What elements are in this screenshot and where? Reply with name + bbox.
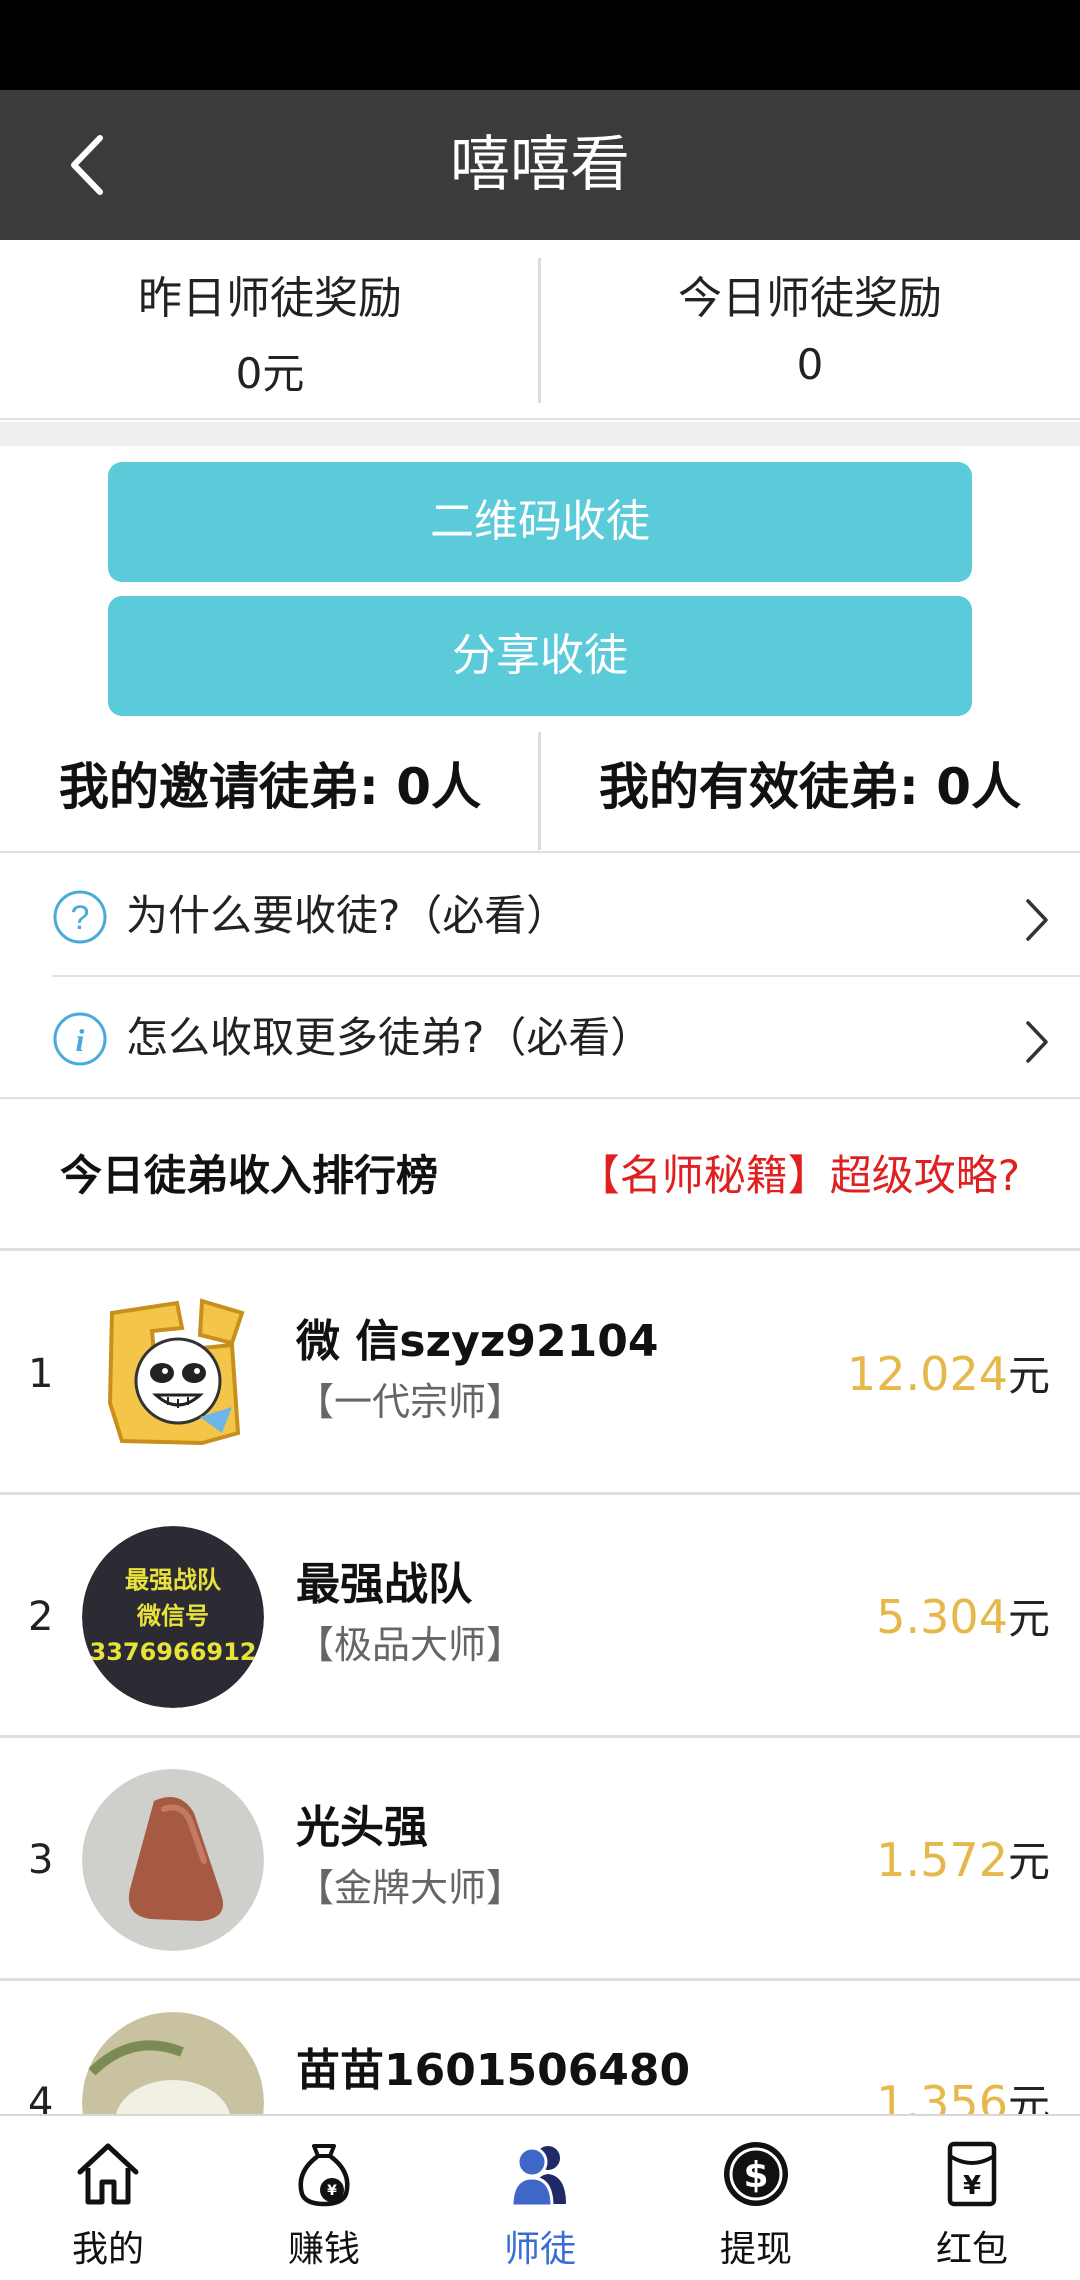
yesterday-reward: 昨日师徒奖励 0元 [0,240,540,420]
people-icon [510,2146,566,2208]
user-name: 最强战队 [296,1559,472,1610]
back-button[interactable] [60,130,120,200]
ranking-row[interactable]: 1 微 信szyz92104 【一代宗师】 12.024元 [0,1253,1080,1495]
nav-bar: 嘻嘻看 [0,90,1080,240]
faq-why-recruit-text: 为什么要收徒?（必看） [126,891,569,940]
yesterday-reward-label: 昨日师徒奖励 [138,273,402,324]
svg-text:i: i [76,1022,85,1058]
svg-text:¥: ¥ [327,2183,337,2199]
amount-unit: 元 [1007,1351,1050,1400]
chevron-right-icon [1026,899,1048,941]
tab-label: 师徒 [503,2229,576,2270]
stone-avatar-image [82,1769,264,1951]
tab-label: 提现 [719,2229,792,2270]
info-icon: i [53,1012,107,1066]
svg-text:?: ? [71,899,90,937]
today-reward-value: 0 [796,340,824,389]
dollar-circle-icon: $ [724,2142,788,2206]
tab-earn[interactable]: ¥ 赚钱 [216,2116,432,2280]
rank-number: 1 [28,1351,54,1397]
disciple-stats: 我的邀请徒弟: 0人 我的有效徒弟: 0人 [0,728,1080,853]
user-name: 苗苗1601506480 [296,2045,691,2096]
invited-disciples-count: 我的邀请徒弟: 0人 [58,758,482,816]
tab-master-disciple[interactable]: 师徒 [432,2116,648,2280]
ranking-row[interactable]: 2 最强战队 微信号 3376966912 最强战队 【极品大师】 5.304元 [0,1496,1080,1738]
income-amount: 12.024元 [847,1253,1050,1495]
text-avatar-image: 最强战队 微信号 3376966912 [82,1526,264,1708]
chevron-right-icon [1026,1021,1048,1063]
user-name: 光头强 [296,1802,428,1853]
page-title: 嘻嘻看 [450,130,630,200]
svg-text:$: $ [743,2155,768,2196]
avatar [82,1769,264,1951]
faq-more-disciples-text: 怎么收取更多徒弟?（必看） [126,1013,653,1062]
tab-mine[interactable]: 我的 [0,2116,216,2280]
valid-disciples-count: 我的有效徒弟: 0人 [598,758,1022,816]
ranking-row[interactable]: 3 光头强 【金牌大师】 1.572元 [0,1739,1080,1981]
user-rank-title: 【极品大师】 [296,1623,525,1667]
avatar-text-line: 3376966912 [90,1638,257,1666]
tab-label: 红包 [935,2229,1008,2270]
home-icon [77,2143,139,2205]
master-secret-link[interactable]: 【名师秘籍】超级攻略? [578,1101,1020,1251]
tab-label: 我的 [71,2229,144,2270]
tab-label: 赚钱 [287,2229,360,2270]
user-rank-title: 【一代宗师】 [296,1380,525,1424]
avatar-text-line: 最强战队 [125,1566,222,1594]
chevron-left-icon [71,135,103,195]
share-recruit-button[interactable]: 分享收徒 [108,596,972,716]
amount-unit: 元 [1007,1594,1050,1643]
ranking-title: 今日徒弟收入排行榜 [60,1151,439,1200]
coin-character-avatar-image [82,1283,264,1465]
amount-value: 5.304 [876,1590,1008,1644]
income-amount: 5.304元 [876,1496,1050,1738]
faq-why-recruit[interactable]: ? 为什么要收徒?（必看） [0,855,1080,977]
avatar-text-line: 微信号 [136,1602,209,1630]
user-name: 微 信szyz92104 [296,1316,659,1367]
money-bag-icon: ¥ [298,2144,350,2207]
today-reward: 今日师徒奖励 0 [540,240,1080,420]
today-reward-label: 今日师徒奖励 [678,273,942,324]
amount-unit: 元 [1007,1837,1050,1886]
tab-red-envelope[interactable]: ¥ 红包 [864,2116,1080,2280]
reward-summary: 昨日师徒奖励 0元 今日师徒奖励 0 [0,240,1080,420]
income-amount: 1.572元 [876,1739,1050,1981]
bottom-tab-bar: 我的 ¥ 赚钱 师徒 $ 提现 ¥ 红包 [0,2114,1080,2280]
yesterday-reward-value: 0元 [235,349,305,398]
rank-number: 3 [28,1837,54,1883]
question-icon: ? [53,890,107,944]
user-rank-title: 【金牌大师】 [296,1866,525,1910]
svg-text:¥: ¥ [963,2171,981,2201]
red-envelope-icon: ¥ [947,2141,997,2207]
rank-number: 2 [28,1594,54,1640]
avatar: 最强战队 微信号 3376966912 [82,1526,264,1708]
section-gap [0,422,1080,446]
tab-withdraw[interactable]: $ 提现 [648,2116,864,2280]
faq-more-disciples[interactable]: i 怎么收取更多徒弟?（必看） [0,977,1080,1099]
status-bar [0,0,1080,90]
amount-value: 12.024 [847,1347,1008,1401]
ranking-header: 今日徒弟收入排行榜 【名师秘籍】超级攻略? [0,1101,1080,1251]
amount-value: 1.572 [876,1833,1008,1887]
qr-recruit-button[interactable]: 二维码收徒 [108,462,972,582]
avatar [82,1283,264,1465]
